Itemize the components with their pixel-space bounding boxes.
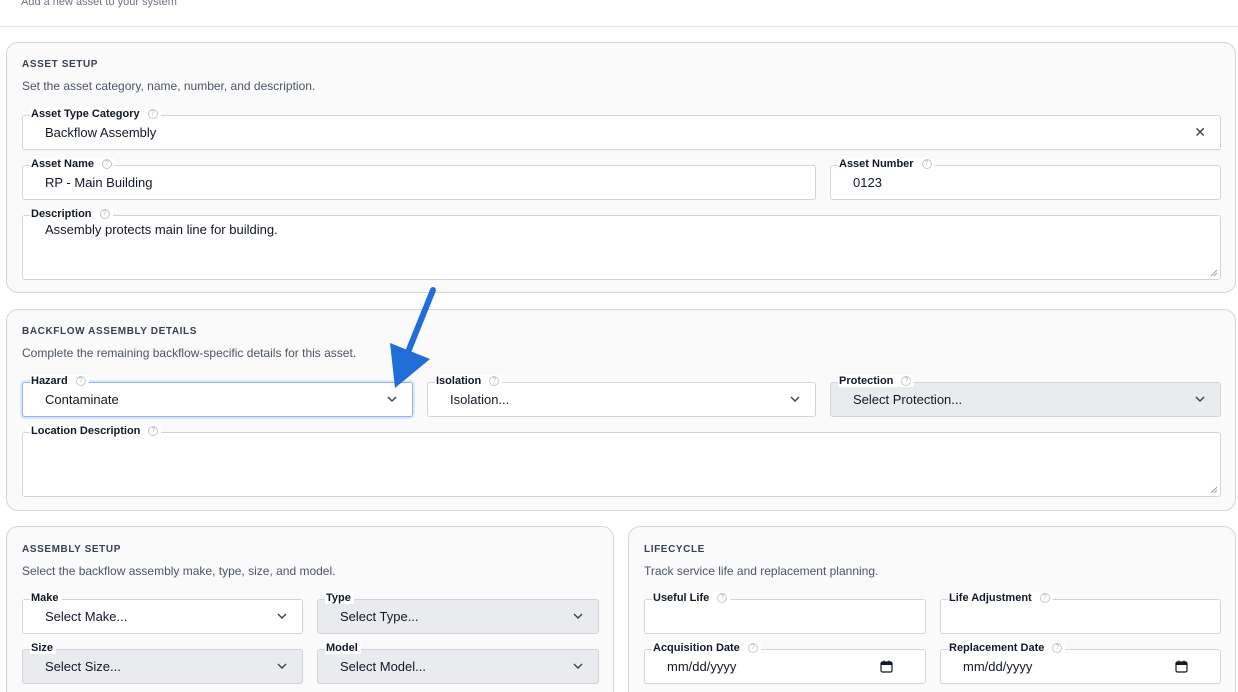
size-label: Size [30,642,57,654]
hazard-select[interactable]: Hazard? Contaminate [22,375,413,417]
chevron-down-icon[interactable] [572,610,584,622]
hazard-label: Hazard? [30,375,89,387]
type-label-text: Type [326,592,351,604]
question-circle-icon[interactable]: ? [901,376,912,386]
asset-name-input[interactable]: Asset Name? RP - Main Building [22,158,816,200]
page-subtitle: Add a new asset to your system [21,0,177,8]
location-description-textarea[interactable]: Location Description? [22,425,1221,497]
resize-handle-icon[interactable] [1210,486,1218,494]
question-circle-icon[interactable]: ? [717,593,728,603]
chevron-down-icon[interactable] [572,660,584,672]
size-select[interactable]: Size Select Size... [22,642,303,684]
protection-select[interactable]: Protection? Select Protection... [830,375,1221,417]
model-value: Select Model... [340,659,426,674]
description-value: Assembly protects main line for building… [45,222,278,237]
size-value: Select Size... [45,659,121,674]
protection-label-text: Protection [839,375,894,387]
asset-setup-title: ASSET SETUP [22,59,99,70]
question-circle-icon[interactable]: ? [99,209,110,219]
lifecycle-card: LIFECYCLE Track service life and replace… [628,526,1236,692]
assembly-setup-description: Select the backflow assembly make, type,… [22,564,336,578]
asset-setup-card: ASSET SETUP Set the asset category, name… [6,42,1236,293]
assembly-setup-title: ASSEMBLY SETUP [22,544,121,555]
chevron-down-icon[interactable] [789,393,801,405]
location-description-label-text: Location Description [31,425,141,437]
asset-type-category-label: Asset Type Category? [30,108,161,120]
model-select[interactable]: Model Select Model... [317,642,599,684]
model-label: Model [325,642,361,654]
chevron-down-icon[interactable] [276,610,288,622]
asset-type-category-label-text: Asset Type Category [31,108,140,120]
asset-number-value: 0123 [853,175,882,190]
backflow-details-title: BACKFLOW ASSEMBLY DETAILS [22,326,198,337]
acquisition-date-input[interactable]: Acquisition Date? mm/dd/yyyy [644,642,926,684]
make-label: Make [30,592,62,604]
question-circle-icon[interactable]: ? [747,643,758,653]
location-description-label: Location Description? [30,425,162,437]
calendar-icon[interactable] [1175,660,1188,673]
type-label: Type [325,592,354,604]
asset-setup-description: Set the asset category, name, number, an… [22,79,316,93]
question-circle-icon[interactable]: ? [1052,643,1063,653]
calendar-icon[interactable] [880,660,893,673]
acquisition-date-label: Acquisition Date? [652,642,761,654]
asset-name-label-text: Asset Name [31,158,94,170]
question-circle-icon[interactable]: ? [148,426,159,436]
type-select[interactable]: Type Select Type... [317,592,599,634]
resize-handle-icon[interactable] [1210,269,1218,277]
acquisition-date-label-text: Acquisition Date [653,642,740,654]
chevron-down-icon[interactable] [276,660,288,672]
useful-life-input[interactable]: Useful Life? [644,592,926,634]
question-circle-icon[interactable]: ? [147,109,158,119]
acquisition-date-value: mm/dd/yyyy [667,659,737,674]
asset-number-label-text: Asset Number [839,158,914,170]
description-label: Description? [30,208,113,220]
model-label-text: Model [326,642,358,654]
chevron-down-icon[interactable] [1194,393,1206,405]
protection-value: Select Protection... [853,392,963,407]
replacement-date-label-text: Replacement Date [949,642,1045,654]
asset-name-value: RP - Main Building [45,175,153,190]
asset-number-label: Asset Number? [838,158,935,170]
life-adjustment-input[interactable]: Life Adjustment? [940,592,1221,634]
asset-type-category-value: Backflow Assembly [45,125,157,140]
hazard-value: Contaminate [45,392,119,407]
lifecycle-title: LIFECYCLE [644,544,705,555]
hazard-label-text: Hazard [31,375,68,387]
description-textarea[interactable]: Description? Assembly protects main line… [22,208,1221,280]
useful-life-label-text: Useful Life [653,592,710,604]
asset-number-input[interactable]: Asset Number? 0123 [830,158,1221,200]
replacement-date-label: Replacement Date? [948,642,1066,654]
size-label-text: Size [31,642,54,654]
assembly-setup-card: ASSEMBLY SETUP Select the backflow assem… [6,526,614,692]
make-value: Select Make... [45,609,128,624]
question-circle-icon[interactable]: ? [921,159,932,169]
question-circle-icon[interactable]: ? [75,376,86,386]
asset-type-category-select[interactable]: Asset Type Category? Backflow Assembly ✕ [22,108,1221,150]
backflow-details-description: Complete the remaining backflow-specific… [22,346,357,360]
question-circle-icon[interactable]: ? [101,159,112,169]
replacement-date-value: mm/dd/yyyy [963,659,1033,674]
close-icon[interactable]: ✕ [1194,125,1206,139]
question-circle-icon[interactable]: ? [489,376,500,386]
annotation-arrow [390,287,436,388]
useful-life-label: Useful Life? [652,592,731,604]
life-adjustment-label-text: Life Adjustment [949,592,1032,604]
asset-name-label: Asset Name? [30,158,115,170]
backflow-details-card: BACKFLOW ASSEMBLY DETAILS Complete the r… [6,309,1236,511]
protection-label: Protection? [838,375,915,387]
description-label-text: Description [31,208,92,220]
life-adjustment-label: Life Adjustment? [948,592,1053,604]
make-select[interactable]: Make Select Make... [22,592,303,634]
isolation-value: Isolation... [450,392,510,407]
lifecycle-description: Track service life and replacement plann… [644,564,879,578]
make-label-text: Make [31,592,59,604]
header-divider [0,26,1238,27]
question-circle-icon[interactable]: ? [1039,593,1050,603]
type-value: Select Type... [340,609,419,624]
replacement-date-input[interactable]: Replacement Date? mm/dd/yyyy [940,642,1221,684]
isolation-select[interactable]: Isolation? Isolation... [427,375,816,417]
